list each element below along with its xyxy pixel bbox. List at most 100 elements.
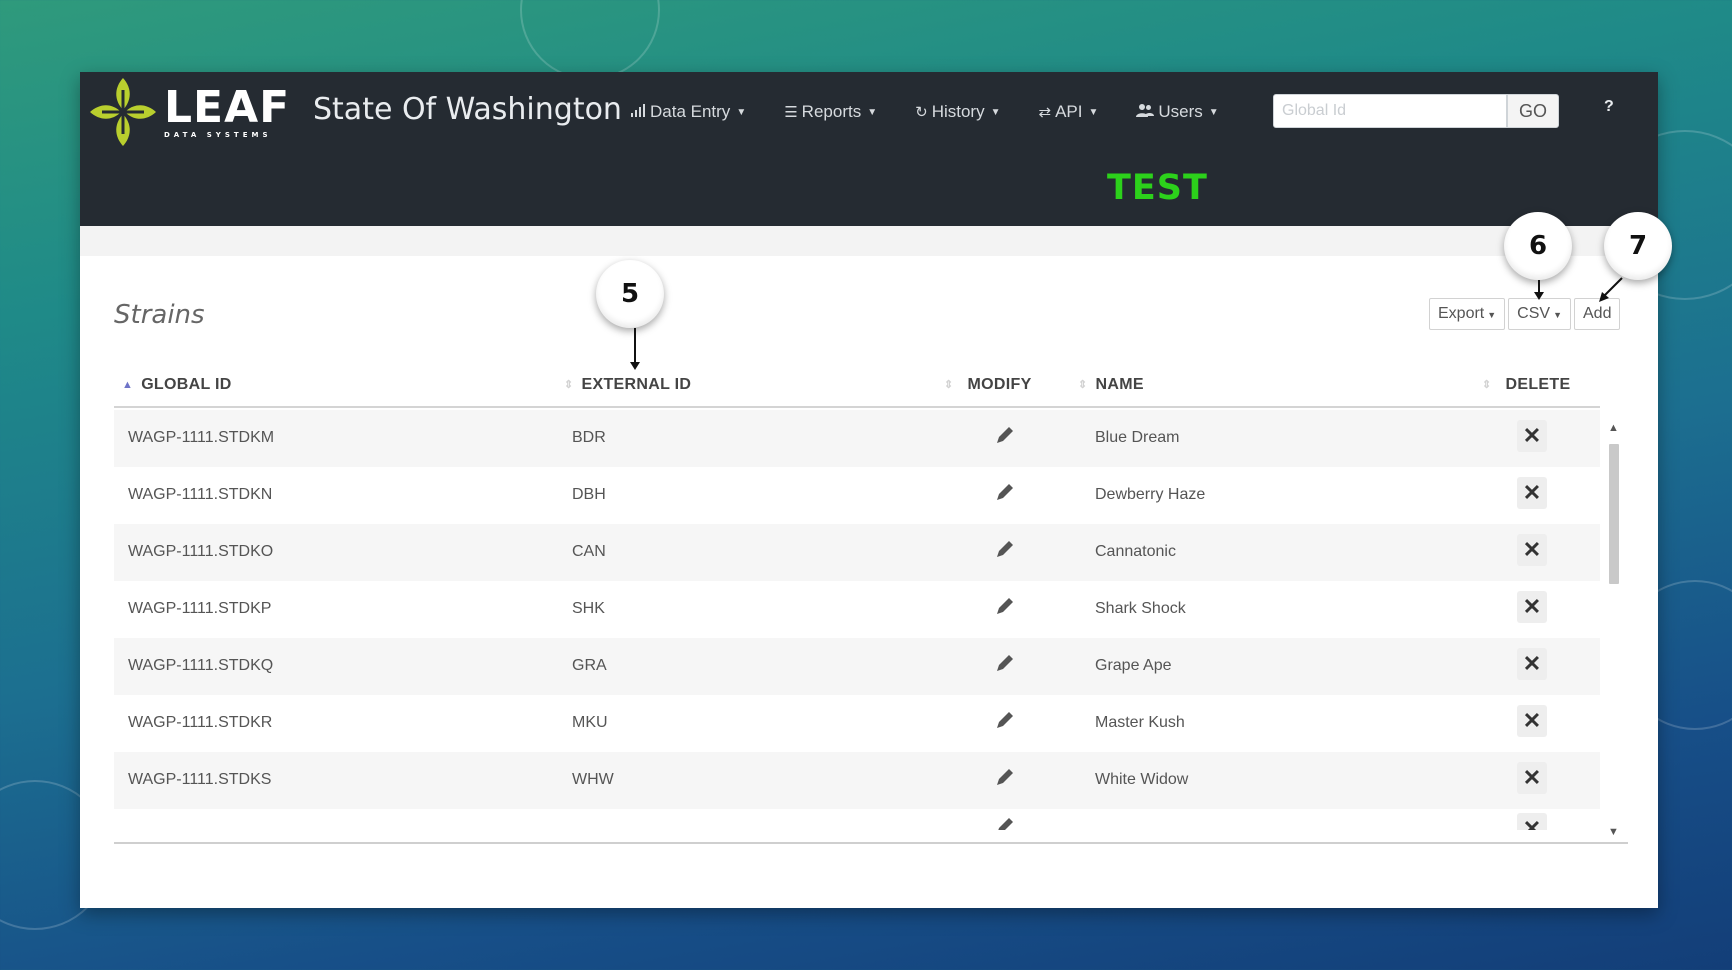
delete-x-icon[interactable]: ✕ (1517, 762, 1547, 794)
delete-x-icon[interactable]: ✕ (1517, 705, 1547, 737)
table-bottom-border (114, 842, 1628, 844)
scrollbar-thumb[interactable] (1609, 444, 1619, 584)
callout-arrow (1599, 277, 1623, 302)
delete-x-icon[interactable]: ✕ (1517, 591, 1547, 623)
table-row[interactable]: WAGP-1111.STDKQ GRA Grape Ape ✕ (114, 638, 1600, 695)
sort-asc-icon: ▲ (122, 379, 134, 391)
global-id-search-input[interactable] (1273, 94, 1507, 128)
callout-7: 7 (1604, 212, 1672, 280)
sort-icon: ⇕ (1482, 379, 1492, 391)
column-header-modify[interactable]: ⇕ MODIFY (944, 376, 1032, 394)
column-label: MODIFY (967, 376, 1032, 393)
table-row[interactable]: WAGP-1111.STDKP SHK Shark Shock ✕ (114, 581, 1600, 638)
caret-down-icon: ▼ (1088, 106, 1099, 118)
column-header-global-id[interactable]: ▲ GLOBAL ID (122, 376, 232, 394)
callout-5: 5 (596, 260, 664, 328)
nav-reports[interactable]: ☰ Reports ▼ (784, 102, 877, 122)
sort-icon: ⇕ (564, 379, 574, 391)
nav-label: Reports (801, 102, 862, 121)
name-cell: Master Kush (1095, 714, 1185, 731)
pencil-icon[interactable] (994, 538, 1016, 565)
delete-x-icon[interactable]: ✕ (1517, 648, 1547, 680)
table-row[interactable]: WAGP-1111.STDKN DBH Dewberry Haze ✕ (114, 467, 1600, 524)
users-icon (1136, 103, 1155, 121)
caret-down-icon: ▼ (990, 106, 1001, 118)
pencil-icon[interactable] (994, 481, 1016, 508)
global-id-cell: WAGP-1111.STDKS (128, 771, 272, 788)
pencil-icon[interactable] (994, 652, 1016, 679)
sort-icon: ⇕ (944, 379, 954, 391)
exchange-icon: ⇄ (1038, 104, 1052, 121)
main-nav: Data Entry ▼ ☰ Reports ▼ ↻ History ▼ ⇄ A… (630, 96, 1257, 128)
nav-label: Users (1158, 102, 1203, 121)
sort-icon: ⇕ (1078, 379, 1088, 391)
leaf-logo-icon (90, 78, 156, 146)
pencil-icon (994, 815, 1016, 830)
external-id-cell: GRA (572, 657, 607, 674)
caret-down-icon: ▼ (1487, 310, 1497, 320)
name-cell: Shark Shock (1095, 600, 1186, 617)
page-title: Strains (114, 300, 205, 330)
table-row[interactable]: WAGP-1111.STDKM BDR Blue Dream ✕ (114, 410, 1600, 467)
column-header-name[interactable]: ⇕ NAME (1078, 376, 1144, 394)
background-swirl (520, 0, 660, 80)
scroll-down-icon[interactable]: ▼ (1608, 826, 1619, 838)
external-id-cell: WHW (572, 771, 614, 788)
name-cell: White Widow (1095, 771, 1189, 788)
go-button[interactable]: GO (1507, 94, 1559, 128)
global-id-cell: WAGP-1111.STDKR (128, 714, 273, 731)
pencil-icon[interactable] (994, 766, 1016, 793)
column-header-delete[interactable]: ⇕ DELETE (1482, 376, 1570, 394)
scroll-up-icon[interactable]: ▲ (1608, 422, 1619, 434)
leaf-logo[interactable]: LEAF DATA SYSTEMS (88, 74, 290, 150)
column-label: NAME (1095, 376, 1144, 393)
app-window: LEAF DATA SYSTEMS State Of Washington Da… (80, 72, 1672, 908)
callout-6: 6 (1504, 212, 1572, 280)
callout-arrow (1534, 280, 1544, 300)
strains-table-body: WAGP-1111.STDKM BDR Blue Dream ✕ WAGP-11… (114, 410, 1600, 830)
table-row-partial: ✕ (114, 809, 1600, 830)
nav-users[interactable]: Users ▼ (1136, 102, 1219, 122)
table-scrollbar[interactable]: ▲ ▼ (1606, 422, 1622, 838)
delete-x-icon[interactable]: ✕ (1517, 477, 1547, 509)
column-label: EXTERNAL ID (581, 376, 692, 393)
column-header-external-id[interactable]: ⇕ EXTERNAL ID (564, 376, 691, 394)
name-cell: Blue Dream (1095, 429, 1180, 446)
nav-api[interactable]: ⇄ API ▼ (1039, 102, 1099, 122)
export-label: Export (1438, 305, 1485, 322)
callout-arrow (630, 328, 640, 370)
environment-label: TEST (1107, 168, 1208, 208)
pencil-icon[interactable] (994, 595, 1016, 622)
nav-label: Data Entry (650, 102, 731, 121)
logo-subtitle: DATA SYSTEMS (164, 130, 272, 139)
column-label: GLOBAL ID (141, 376, 232, 393)
external-id-cell: BDR (572, 429, 606, 446)
list-icon: ☰ (784, 104, 798, 121)
table-row[interactable]: WAGP-1111.STDKR MKU Master Kush ✕ (114, 695, 1600, 752)
bar-chart-icon (630, 103, 646, 121)
table-row[interactable]: WAGP-1111.STDKS WHW White Widow ✕ (114, 752, 1600, 809)
help-link[interactable]: ? (1604, 98, 1614, 116)
nav-data-entry[interactable]: Data Entry ▼ (630, 102, 746, 122)
state-title[interactable]: State Of Washington (313, 90, 622, 130)
nav-label: History (931, 102, 985, 121)
delete-x-icon[interactable]: ✕ (1517, 420, 1547, 452)
refresh-icon: ↻ (915, 104, 928, 121)
csv-button[interactable]: CSV ▼ (1508, 298, 1571, 330)
global-id-cell: WAGP-1111.STDKP (128, 600, 272, 617)
external-id-cell: SHK (572, 600, 605, 617)
nav-history[interactable]: ↻ History ▼ (915, 102, 1000, 122)
export-button[interactable]: Export ▼ (1429, 298, 1506, 330)
top-navbar: LEAF DATA SYSTEMS State Of Washington Da… (80, 72, 1658, 226)
pencil-icon[interactable] (994, 709, 1016, 736)
pencil-icon[interactable] (994, 424, 1016, 451)
delete-x-icon[interactable]: ✕ (1517, 534, 1547, 566)
global-id-cell: WAGP-1111.STDKN (128, 486, 273, 503)
table-row[interactable]: WAGP-1111.STDKO CAN Cannatonic ✕ (114, 524, 1600, 581)
logo-wordmark: LEAF (164, 81, 291, 133)
column-label: DELETE (1505, 376, 1571, 393)
caret-down-icon: ▼ (736, 106, 747, 118)
external-id-cell: MKU (572, 714, 608, 731)
content-header-band (80, 226, 1658, 256)
caret-down-icon: ▼ (1208, 106, 1219, 118)
